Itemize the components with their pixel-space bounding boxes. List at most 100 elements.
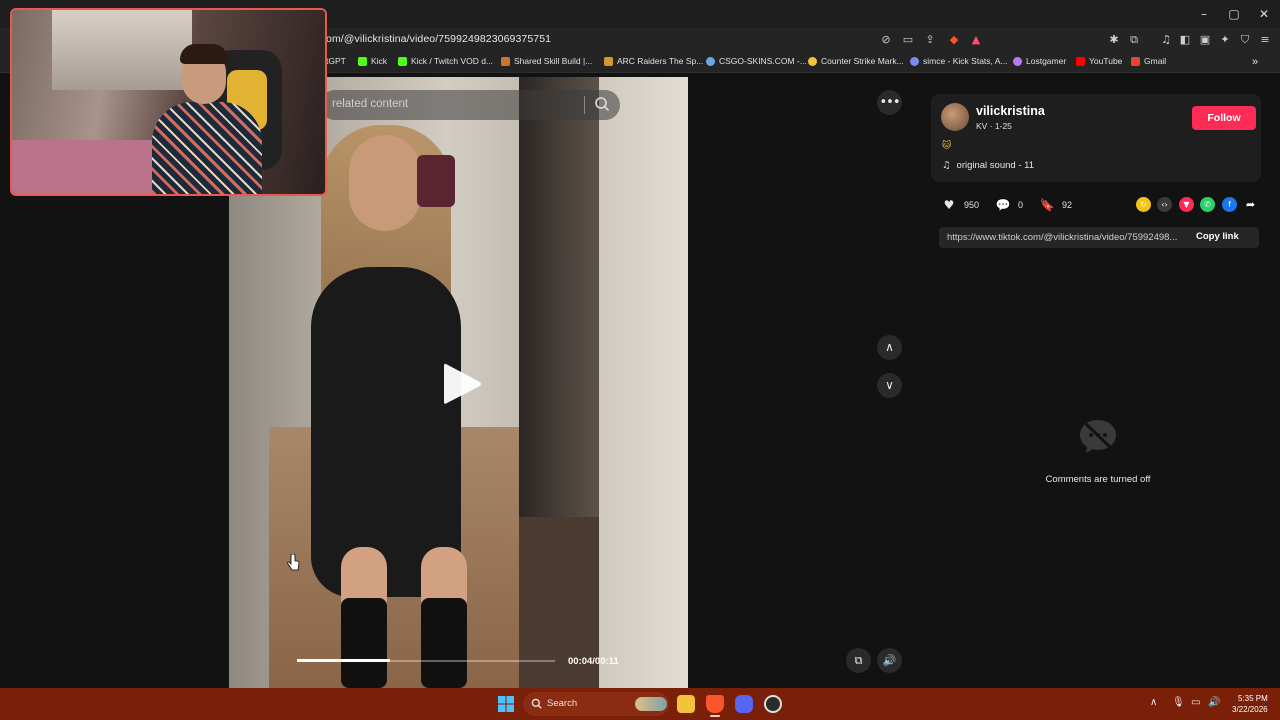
wallet-icon[interactable]: ▣ (1197, 32, 1213, 48)
minimize-button[interactable]: – (1196, 6, 1212, 22)
clock-date[interactable]: 3/22/2026 (1232, 705, 1268, 714)
clock-time[interactable]: 5:35 PM (1238, 694, 1268, 703)
author-meta: KV · 1-25 (976, 121, 1012, 131)
like-stat[interactable]: ♥ 950 (941, 197, 979, 213)
site-icon (1013, 56, 1022, 66)
sound-name: original sound - 11 (956, 160, 1034, 171)
site-icon (910, 56, 919, 66)
bookmark-label: Gmail (1144, 56, 1167, 66)
share-page-icon[interactable]: ⇪ (922, 32, 938, 48)
author-username[interactable]: vilickristina (976, 104, 1045, 118)
previous-video-button[interactable]: ∧ (877, 335, 902, 360)
bookmark-csgo-skins[interactable]: CSGO-SKINS.COM -... (706, 56, 807, 66)
bookmark-icon: 🔖 (1039, 198, 1055, 212)
leo-ai-icon[interactable]: ✦ (1217, 32, 1233, 48)
kick-icon (358, 56, 367, 66)
search-icon[interactable] (594, 96, 610, 112)
bookmark-label: Shared Skill Build |... (514, 56, 593, 66)
whatsapp-icon[interactable]: ✆ (1200, 197, 1215, 212)
comment-icon: 💬 (995, 198, 1011, 212)
progress-fill (297, 659, 390, 662)
send-icon[interactable]: ▼ (1179, 197, 1194, 212)
heart-icon: ♥ (943, 198, 955, 212)
bookmark-simce[interactable]: simce - Kick Stats, A... (910, 56, 1008, 66)
active-app-indicator (710, 715, 720, 717)
copy-link-button[interactable]: Copy link (1196, 231, 1239, 242)
maximize-button[interactable]: ▢ (1226, 6, 1242, 22)
site-icon (706, 56, 715, 66)
webcam-person (152, 40, 262, 194)
webcam-overlay (10, 8, 327, 196)
vpn-icon[interactable]: ⛉ (1237, 32, 1253, 48)
taskbar-search-icon (531, 698, 542, 709)
bookmark-kick-twitch-vod[interactable]: Kick / Twitch VOD d... (398, 56, 493, 66)
bookmark-kick[interactable]: Kick (358, 56, 387, 66)
bookmarks-overflow-icon[interactable]: » (1252, 56, 1258, 68)
bookmark-label: Counter Strike Mark... (821, 56, 904, 66)
extensions-icon[interactable]: ✱ (1106, 32, 1122, 48)
video-link[interactable]: https://www.tiktok.com/@vilickristina/vi… (947, 232, 1189, 243)
microphone-icon[interactable]: 🎙 (1172, 697, 1185, 708)
tray-overflow-icon[interactable]: ∧ (1150, 697, 1157, 708)
bookmark-label: Kick / Twitch VOD d... (411, 56, 494, 66)
bookmark-label: CSGO-SKINS.COM -... (719, 56, 807, 66)
site-icon (604, 56, 613, 66)
bookmark-youtube[interactable]: YouTube (1076, 56, 1122, 66)
youtube-icon (1076, 56, 1085, 66)
reader-off-icon[interactable]: ⊘ (878, 32, 894, 48)
video-time: 00:04/00:11 (568, 656, 619, 667)
bookmark-label: Lostgamer (1026, 56, 1067, 66)
like-count: 950 (964, 200, 980, 210)
brave-shields-icon[interactable]: ◆ (946, 32, 962, 48)
media-icon[interactable]: ♫ (1158, 32, 1174, 48)
brave-browser-icon[interactable] (706, 695, 724, 713)
video-frame-legs (321, 547, 481, 688)
taskbar-search-label: Search (547, 698, 578, 709)
sound-link[interactable]: ♫ original sound - 11 (942, 160, 1034, 171)
share-more-icon[interactable]: ➦ (1243, 197, 1258, 212)
discord-icon[interactable] (735, 695, 753, 713)
facebook-icon[interactable]: f (1222, 197, 1237, 212)
save-stat[interactable]: 🔖 92 (1039, 197, 1073, 213)
menu-icon[interactable]: ≡ (1257, 32, 1273, 48)
more-options-button[interactable]: ••• (877, 90, 902, 115)
file-explorer-icon[interactable] (677, 695, 695, 713)
bookmark-chatgpt[interactable]: tGPT (326, 56, 346, 66)
site-icon (808, 56, 817, 66)
screenshot-icon[interactable]: ⧉ (1126, 32, 1142, 48)
comment-stat[interactable]: 💬 0 (995, 197, 1024, 213)
bookmark-lostgamer[interactable]: Lostgamer (1013, 56, 1066, 66)
brave-rewards-icon[interactable]: ▲ (968, 32, 984, 48)
music-note-icon: ♫ (942, 160, 951, 171)
bookmark-label: simce - Kick Stats, A... (923, 56, 1008, 66)
bookmark-gmail[interactable]: Gmail (1131, 56, 1166, 66)
comments-off-icon (1080, 420, 1116, 453)
next-video-button[interactable]: ∨ (877, 373, 902, 398)
play-icon[interactable] (440, 360, 484, 408)
repost-icon[interactable]: ↻ (1136, 197, 1151, 212)
sidebar-icon[interactable]: ◧ (1177, 32, 1193, 48)
bookmark-counter-strike-market[interactable]: Counter Strike Mark... (808, 56, 904, 66)
network-icon[interactable]: ▭ (1191, 697, 1200, 708)
speaker-icon[interactable]: 🔊 (1208, 697, 1220, 708)
comments-off-message: Comments are turned off (1045, 474, 1151, 485)
windows-start-icon[interactable] (498, 696, 514, 712)
volume-icon[interactable]: 🔊 (877, 648, 902, 673)
cast-icon[interactable]: ▭ (900, 32, 916, 48)
close-window-button[interactable]: ✕ (1256, 6, 1272, 22)
caption-emoji: 🐱 (942, 141, 952, 151)
obs-icon[interactable] (764, 695, 782, 713)
avatar[interactable] (941, 103, 969, 131)
search-placeholder[interactable]: related content (332, 98, 408, 110)
floating-player-icon[interactable]: ⧉ (846, 648, 871, 673)
embed-icon[interactable]: ‹› (1157, 197, 1172, 212)
save-count: 92 (1062, 200, 1073, 210)
url-field[interactable]: om/@vilickristina/video/7599249823069375… (326, 33, 551, 45)
comment-count: 0 (1018, 200, 1024, 210)
follow-button[interactable]: Follow (1192, 106, 1256, 130)
site-icon (501, 56, 510, 66)
video-frame-head (349, 135, 421, 231)
bookmark-arc-raiders[interactable]: ARC Raiders The Sp... (604, 56, 703, 66)
bookmark-shared-skill-build[interactable]: Shared Skill Build |... (501, 56, 592, 66)
bookmark-label: Kick (371, 56, 388, 66)
